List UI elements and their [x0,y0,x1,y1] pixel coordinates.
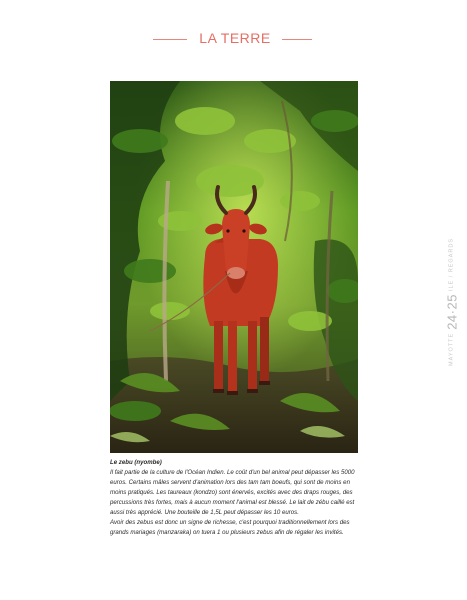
caption-paragraph-1: Il fait partie de la culture de l'Océan … [110,469,355,516]
zebu-photo [110,81,358,453]
caption-paragraph-2: Avoir des zebus est donc un signe de ric… [110,519,350,536]
photo-caption: Le zebu (nyombe) Il fait partie de la cu… [110,458,360,538]
header-rule-left [153,39,187,40]
side-folio: MAYOTTE 24·25 ILE / REGARDS [441,238,459,366]
header-rule-right [282,39,312,40]
folio-left-text: MAYOTTE [448,332,455,366]
folio-right-text: ILE / REGARDS [448,238,455,292]
page-numbers: 24·25 [444,294,459,330]
page-header: LA TERRE [0,28,467,52]
caption-title: Le zebu (nyombe) [110,459,162,466]
section-title: LA TERRE [199,30,271,46]
